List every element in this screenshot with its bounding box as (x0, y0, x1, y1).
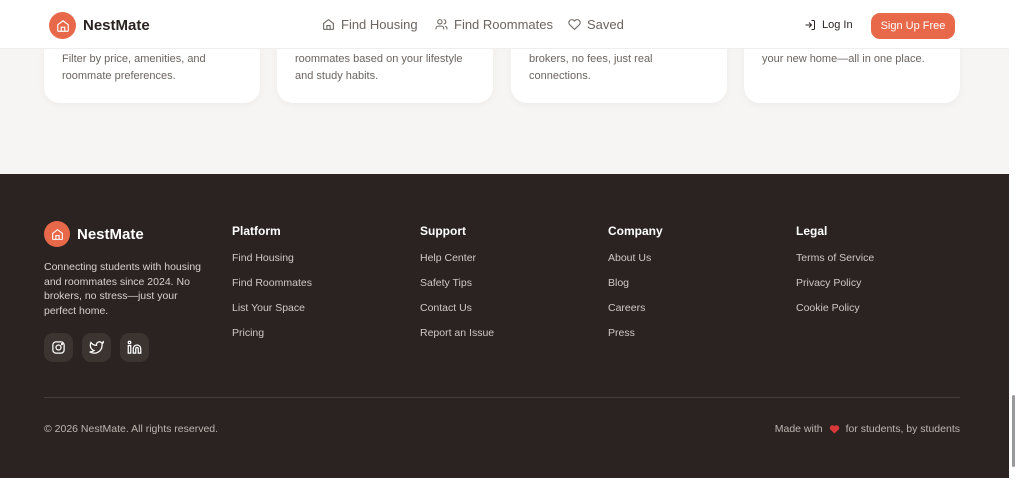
brand-name: NestMate (77, 225, 144, 243)
brand-name: NestMate (83, 17, 150, 34)
nav-find-housing[interactable]: Find Housing (322, 17, 418, 32)
footer-link[interactable]: Find Roommates (232, 277, 312, 302)
footer-link[interactable]: Safety Tips (420, 277, 494, 302)
nav-label: Saved (587, 17, 624, 32)
col-title: Company (608, 224, 663, 238)
nav-label: Find Roommates (454, 17, 553, 32)
footer-link[interactable]: Help Center (420, 252, 494, 277)
card-text: brokers, no fees, just real connections. (529, 53, 653, 82)
login-label: Log In (822, 19, 853, 31)
card-text: roommates based on your lifestyle and st… (295, 53, 463, 82)
col-title: Legal (796, 224, 828, 238)
scrollbar-thumb[interactable] (1012, 395, 1015, 467)
instagram-icon (52, 341, 65, 354)
footer-link[interactable]: Careers (608, 302, 663, 327)
col-title: Support (420, 224, 466, 238)
heart-icon (568, 19, 581, 31)
col-title: Platform (232, 224, 281, 238)
users-icon (435, 19, 448, 30)
footer-link[interactable]: Contact Us (420, 302, 494, 327)
nav-label: Find Housing (341, 17, 418, 32)
signup-button[interactable]: Sign Up Free (871, 13, 955, 39)
footer-link[interactable]: About Us (608, 252, 663, 277)
made-pre: Made with (774, 423, 823, 435)
footer-description: Connecting students with housing and roo… (44, 261, 202, 318)
footer-col-support: Support Help Center Safety Tips Contact … (420, 224, 494, 352)
footer-col-legal: Legal Terms of Service Privacy Policy Co… (796, 224, 874, 327)
footer-link[interactable]: Privacy Policy (796, 277, 874, 302)
login-button[interactable]: Log In (804, 19, 853, 31)
footer-link[interactable]: Blog (608, 277, 663, 302)
nav-find-roommates[interactable]: Find Roommates (435, 17, 553, 32)
footer-link[interactable]: Find Housing (232, 252, 312, 277)
header: NestMate Find Housing Find Roommates Sav… (0, 0, 1009, 49)
heart-icon (829, 425, 839, 434)
footer-link[interactable]: Cookie Policy (796, 302, 874, 327)
footer-link[interactable]: Pricing (232, 327, 312, 352)
footer-link[interactable]: List Your Space (232, 302, 312, 327)
made-with: Made with for students, by students (775, 423, 960, 435)
footer: NestMate Connecting students with housin… (0, 174, 1009, 478)
footer-link[interactable]: Terms of Service (796, 252, 874, 277)
linkedin-icon (127, 340, 142, 354)
footer-logo[interactable]: NestMate (44, 221, 144, 247)
card-text: Filter by price, amenities, and roommate… (62, 53, 206, 82)
copyright: © 2026 NestMate. All rights reserved. (44, 423, 219, 435)
footer-link[interactable]: Report an Issue (420, 327, 494, 352)
divider (44, 397, 960, 398)
footer-link[interactable]: Press (608, 327, 663, 352)
home-icon (323, 18, 334, 30)
login-icon (805, 20, 815, 30)
twitter-button[interactable] (82, 333, 111, 362)
home-icon (44, 221, 70, 247)
card-text: your new home—all in one place. (762, 53, 925, 65)
home-icon (49, 12, 76, 39)
made-post: for students, by students (845, 423, 960, 435)
footer-col-company: Company About Us Blog Careers Press (608, 224, 663, 352)
instagram-button[interactable] (44, 333, 73, 362)
footer-col-platform: Platform Find Housing Find Roommates Lis… (232, 224, 312, 352)
logo[interactable]: NestMate (49, 12, 150, 39)
nav-saved[interactable]: Saved (568, 17, 624, 32)
page: Filter by price, amenities, and roommate… (0, 0, 1009, 478)
twitter-icon (89, 340, 104, 354)
linkedin-button[interactable] (120, 333, 149, 362)
